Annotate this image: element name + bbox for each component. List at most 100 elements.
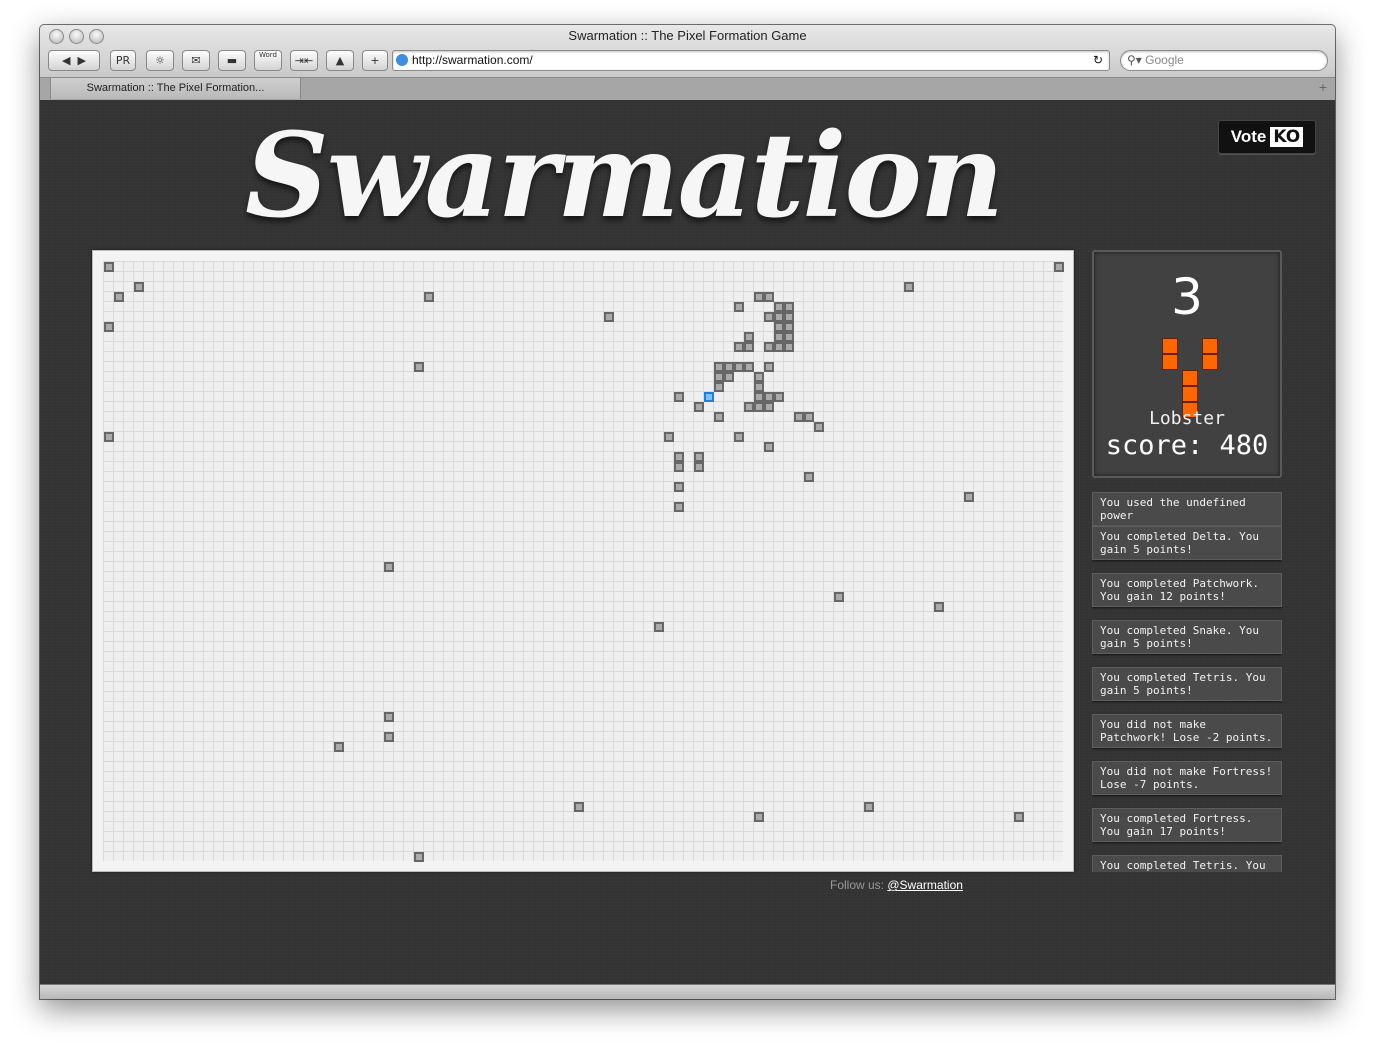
vote-label: Vote xyxy=(1230,127,1267,146)
new-tab-icon[interactable]: + xyxy=(1319,79,1327,95)
message-item: You completed Delta. You gain 5 points! xyxy=(1092,526,1282,560)
pixel-grid[interactable] xyxy=(103,261,1064,862)
player-pixel xyxy=(734,432,744,442)
player-pixel xyxy=(784,312,794,322)
player-pixel xyxy=(864,802,874,812)
player-pixel xyxy=(754,292,764,302)
player-pixel xyxy=(934,602,944,612)
player-pixel xyxy=(754,402,764,412)
player-pixel xyxy=(804,412,814,422)
search-icon: ⚲▾ xyxy=(1127,53,1142,67)
collapse-button[interactable]: ⇥⇤ xyxy=(290,50,318,71)
brightness-button[interactable]: ☼ xyxy=(146,50,174,71)
collapse-icon: ⇥⇤ xyxy=(294,54,314,67)
player-pixel xyxy=(674,392,684,402)
player-pixel xyxy=(774,392,784,402)
browser-window: Swarmation :: The Pixel Formation Game ◀… xyxy=(40,25,1335,999)
add-bookmark-button[interactable]: + xyxy=(362,50,388,71)
player-pixel xyxy=(694,452,704,462)
vote-ko-button[interactable]: Vote KO xyxy=(1218,120,1316,154)
window-title: Swarmation :: The Pixel Formation Game xyxy=(568,28,807,43)
player-pixel xyxy=(814,422,824,432)
pr-label: PR xyxy=(115,54,131,67)
message-item: You completed Tetris. You gain 5 points! xyxy=(1092,667,1282,701)
url-text[interactable]: http://swarmation.com/ xyxy=(412,53,533,67)
tab-swarmation[interactable]: Swarmation :: The Pixel Formation... xyxy=(50,78,301,99)
player-pixel xyxy=(714,362,724,372)
player-pixel xyxy=(334,742,344,752)
player-pixel xyxy=(834,592,844,602)
player-pixel xyxy=(714,372,724,382)
player-pixel xyxy=(744,342,754,352)
message-item: You completed Snake. You gain 5 points! xyxy=(1092,620,1282,654)
word-button[interactable]: Word xyxy=(254,50,282,71)
page-content: Swarmation VoteKO 3 Lobster score: 480 xyxy=(40,100,1335,984)
address-bar[interactable]: http://swarmation.com/ ↻ xyxy=(392,50,1110,71)
ko-badge: KO xyxy=(1270,127,1304,147)
formation-pixel xyxy=(1182,386,1198,402)
player-pixel xyxy=(754,372,764,382)
player-pixel xyxy=(384,562,394,572)
player-pixel xyxy=(384,732,394,742)
player-pixel xyxy=(754,812,764,822)
player-pixel xyxy=(134,282,144,292)
search-field[interactable]: ⚲▾ Google xyxy=(1120,50,1328,71)
status-bar xyxy=(40,984,1335,999)
tab-label: Swarmation :: The Pixel Formation... xyxy=(86,82,265,94)
formation-pixel xyxy=(1162,338,1178,354)
player-pixel xyxy=(104,262,114,272)
player-pixel xyxy=(744,332,754,342)
player-pixel xyxy=(764,362,774,372)
player-pixel xyxy=(754,392,764,402)
player-pixel xyxy=(784,342,794,352)
twitter-link[interactable]: @Swarmation xyxy=(887,878,963,892)
player-pixel xyxy=(674,482,684,492)
status-panel: 3 Lobster score: 480 xyxy=(1092,250,1282,478)
player-pixel xyxy=(724,372,734,382)
forward-icon[interactable]: ▶ xyxy=(78,54,86,67)
player-pixel xyxy=(794,412,804,422)
message-item: You did not make Patchwork! Lose -2 poin… xyxy=(1092,714,1282,748)
tab-bar: Swarmation :: The Pixel Formation... + xyxy=(40,77,1335,100)
mail-button[interactable]: ✉ xyxy=(182,50,210,71)
minus-button[interactable]: ▬ xyxy=(218,50,246,71)
player-pixel xyxy=(764,292,774,302)
back-forward-buttons[interactable]: ◀ ▶ xyxy=(48,50,100,71)
pr-button[interactable]: PR xyxy=(110,50,136,71)
formation-pixel xyxy=(1182,370,1198,386)
message-log: You used the undefined power You complete… xyxy=(1092,492,1282,872)
reload-icon[interactable]: ↻ xyxy=(1093,51,1103,70)
player-pixel xyxy=(664,432,674,442)
player-pixel xyxy=(674,462,684,472)
my-pixel[interactable] xyxy=(704,392,714,402)
player-pixel xyxy=(714,412,724,422)
game-board[interactable] xyxy=(92,250,1074,872)
player-pixel xyxy=(804,472,814,482)
player-pixel xyxy=(964,492,974,502)
eject-button[interactable]: ▲ xyxy=(326,50,354,71)
player-pixel xyxy=(784,322,794,332)
player-pixel xyxy=(104,322,114,332)
player-pixel xyxy=(694,402,704,412)
word-label: Word xyxy=(259,51,277,59)
player-pixel xyxy=(774,302,784,312)
player-pixel xyxy=(774,342,784,352)
message-item: You used the undefined power xyxy=(1092,492,1282,526)
player-pixel xyxy=(114,292,124,302)
message-item: You completed Tetris. You xyxy=(1092,855,1282,872)
player-pixel xyxy=(764,442,774,452)
player-pixel xyxy=(774,322,784,332)
player-pixel xyxy=(1054,262,1064,272)
player-pixel xyxy=(734,362,744,372)
player-pixel xyxy=(1014,812,1024,822)
formation-pixel xyxy=(1162,354,1178,370)
follow-label: Follow us: xyxy=(830,878,885,892)
back-icon[interactable]: ◀ xyxy=(62,54,70,67)
player-pixel xyxy=(674,502,684,512)
player-pixel xyxy=(784,332,794,342)
follow-us: Follow us: @Swarmation xyxy=(830,878,963,892)
message-item: You completed Patchwork. You gain 12 poi… xyxy=(1092,573,1282,607)
player-pixel xyxy=(104,432,114,442)
player-pixel xyxy=(764,392,774,402)
player-pixel xyxy=(764,312,774,322)
